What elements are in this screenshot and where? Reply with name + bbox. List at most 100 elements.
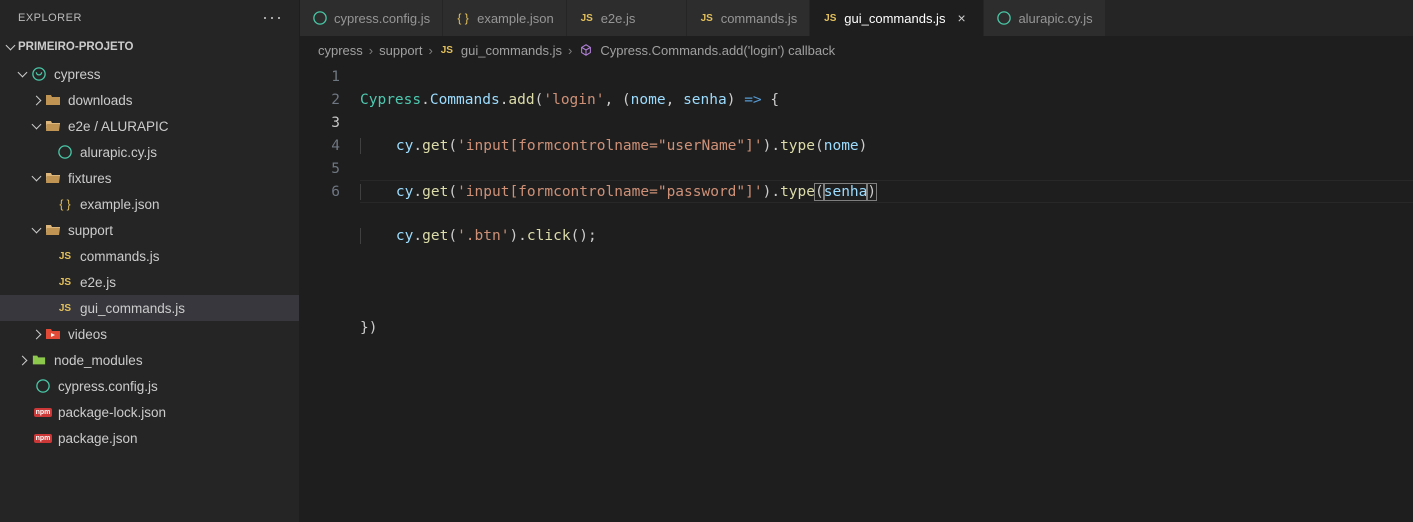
npm-icon: npm [34, 403, 52, 421]
cypress-icon [34, 377, 52, 395]
tree-label: support [68, 223, 113, 238]
tab-cypress-config[interactable]: cypress.config.js [300, 0, 443, 36]
symbol-method-icon [578, 42, 594, 58]
folder-open-icon [44, 117, 62, 135]
js-icon: JS [579, 10, 595, 26]
tree-label: gui_commands.js [80, 301, 185, 316]
breadcrumb-segment[interactable]: cypress [318, 43, 363, 58]
code-line[interactable]: cy.get('input[formcontrolname="userName"… [360, 135, 1413, 158]
js-icon: JS [56, 273, 74, 291]
js-icon: JS [822, 10, 838, 26]
code-content[interactable]: Cypress.Commands.add('login', (nome, sen… [360, 64, 1413, 522]
folder-open-icon [44, 221, 62, 239]
tab-alurapic-cy[interactable]: alurapic.cy.js [984, 0, 1105, 36]
line-number: 1 [300, 66, 340, 89]
tree-label: downloads [68, 93, 133, 108]
project-name: PRIMEIRO-PROJETO [18, 41, 133, 53]
cypress-icon [30, 65, 48, 83]
tab-commands-js[interactable]: JS commands.js [687, 0, 811, 36]
breadcrumb[interactable]: cypress › support › JS gui_commands.js ›… [300, 36, 1413, 64]
tree-label: example.json [80, 197, 160, 212]
js-icon: JS [56, 299, 74, 317]
line-number: 5 [300, 158, 340, 181]
json-icon: { } [56, 195, 74, 213]
tree-file-e2ejs[interactable]: JS e2e.js [0, 269, 299, 295]
chevron-right-icon [28, 92, 44, 108]
tab-example-json[interactable]: { } example.json [443, 0, 567, 36]
tab-gui-commands-js[interactable]: JS gui_commands.js × [810, 0, 984, 36]
folder-icon [44, 91, 62, 109]
explorer-sidebar: EXPLORER ··· PRIMEIRO-PROJETO cypress do… [0, 0, 300, 522]
tab-bar: cypress.config.js { } example.json JS e2… [300, 0, 1413, 36]
tree-label: e2e.js [80, 275, 116, 290]
project-header[interactable]: PRIMEIRO-PROJETO [0, 35, 299, 59]
code-line[interactable]: cy.get('.btn').click(); [360, 225, 1413, 248]
line-number: 3 [300, 112, 340, 135]
tree-label: alurapic.cy.js [80, 145, 157, 160]
breadcrumb-segment[interactable]: Cypress.Commands.add('login') callback [600, 43, 835, 58]
chevron-down-icon [2, 39, 18, 55]
tree-folder-cypress[interactable]: cypress [0, 61, 299, 87]
breadcrumb-segment[interactable]: support [379, 43, 422, 58]
tab-label: example.json [477, 11, 554, 26]
folder-open-icon [44, 169, 62, 187]
chevron-down-icon [14, 66, 30, 82]
tab-label: cypress.config.js [334, 11, 430, 26]
chevron-down-icon [28, 222, 44, 238]
cypress-icon [56, 143, 74, 161]
chevron-right-icon: › [427, 43, 435, 58]
tab-e2e-js[interactable]: JS e2e.js [567, 0, 687, 36]
chevron-right-icon: › [566, 43, 574, 58]
tree-label: videos [68, 327, 107, 342]
cypress-icon [996, 10, 1012, 26]
tree-file-cypressconfig[interactable]: cypress.config.js [0, 373, 299, 399]
line-number: 4 [300, 135, 340, 158]
folder-videos-icon [44, 325, 62, 343]
code-line[interactable] [360, 271, 1413, 294]
file-tree: cypress downloads e2e / ALURAPIC alurapi… [0, 59, 299, 522]
tree-folder-fixtures[interactable]: fixtures [0, 165, 299, 191]
line-number: 2 [300, 89, 340, 112]
tab-label: commands.js [721, 11, 798, 26]
line-number: 6 [300, 181, 340, 204]
json-icon: { } [455, 10, 471, 26]
code-line[interactable]: }) [360, 317, 1413, 340]
tree-label: fixtures [68, 171, 112, 186]
breadcrumb-segment[interactable]: gui_commands.js [461, 43, 562, 58]
chevron-down-icon [28, 118, 44, 134]
cypress-icon [312, 10, 328, 26]
tree-label: cypress.config.js [58, 379, 158, 394]
tree-file-packagelock[interactable]: npm package-lock.json [0, 399, 299, 425]
tree-label: commands.js [80, 249, 160, 264]
tree-folder-e2e[interactable]: e2e / ALURAPIC [0, 113, 299, 139]
more-icon[interactable]: ··· [262, 7, 283, 28]
tree-file-commands[interactable]: JS commands.js [0, 243, 299, 269]
tab-label: gui_commands.js [844, 11, 945, 26]
close-icon[interactable]: × [957, 10, 971, 26]
tab-label: alurapic.cy.js [1018, 11, 1092, 26]
tree-folder-nodemodules[interactable]: node_modules [0, 347, 299, 373]
tree-folder-support[interactable]: support [0, 217, 299, 243]
chevron-right-icon: › [367, 43, 375, 58]
npm-icon: npm [34, 429, 52, 447]
code-line[interactable]: Cypress.Commands.add('login', (nome, sen… [360, 89, 1413, 112]
tab-label: e2e.js [601, 11, 636, 26]
js-icon: JS [699, 10, 715, 26]
tree-file-guicommands[interactable]: JS gui_commands.js [0, 295, 299, 321]
tree-label: node_modules [54, 353, 143, 368]
tree-file-packagejson[interactable]: npm package.json [0, 425, 299, 451]
tree-file-example[interactable]: { } example.json [0, 191, 299, 217]
code-line[interactable]: cy.get('input[formcontrolname="password"… [360, 180, 1413, 203]
line-gutter: 1 2 3 4 5 6 [300, 64, 360, 522]
tree-label: package.json [58, 431, 138, 446]
chevron-down-icon [28, 170, 44, 186]
tree-folder-videos[interactable]: videos [0, 321, 299, 347]
js-icon: JS [56, 247, 74, 265]
explorer-header: EXPLORER ··· [0, 0, 299, 35]
tree-file-alurapic[interactable]: alurapic.cy.js [0, 139, 299, 165]
js-icon: JS [439, 42, 455, 58]
tree-folder-downloads[interactable]: downloads [0, 87, 299, 113]
explorer-title: EXPLORER [18, 12, 82, 24]
code-editor[interactable]: 1 2 3 4 5 6 Cypress.Commands.add('login'… [300, 64, 1413, 522]
chevron-right-icon [14, 352, 30, 368]
